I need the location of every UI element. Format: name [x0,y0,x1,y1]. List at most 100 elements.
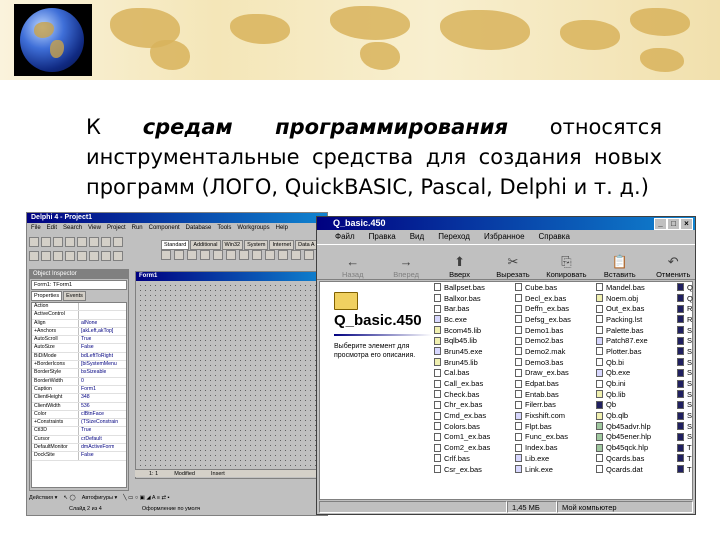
property-value[interactable]: 0 [79,378,84,385]
menu-view[interactable]: Вид [410,230,424,244]
menu-run[interactable]: Run [132,223,143,233]
run-icon[interactable] [77,251,87,261]
cut-button[interactable]: ✂ Вырезать [491,254,534,279]
property-value[interactable]: bdLeftToRight [79,353,113,360]
file-item[interactable]: Q [677,282,693,293]
inspector-object-select[interactable]: Form1: TForm1 [31,280,127,290]
property-row[interactable]: Color clBtnFace [32,410,126,420]
property-value[interactable]: clBtnFace [79,411,104,418]
file-item[interactable]: Chr_ex.bas [434,400,515,411]
save-icon[interactable] [53,237,63,247]
menu-help[interactable]: Справка [539,230,570,244]
file-item[interactable]: Packing.lst [596,314,677,325]
file-item[interactable]: Index.bas [515,442,596,453]
menu-tools[interactable]: Tools [217,223,231,233]
file-item[interactable]: Qb.bi [596,357,677,368]
pointer-icon[interactable] [161,250,171,260]
file-item[interactable]: Draw_ex.bas [515,368,596,379]
file-item[interactable]: Crlf.bas [434,453,515,464]
file-item[interactable]: Mandel.bas [596,282,677,293]
file-item[interactable]: Brun45.lib [434,357,515,368]
new-form-icon[interactable] [65,251,75,261]
tab-internet[interactable]: Internet [269,240,295,250]
property-row[interactable]: BorderStyle bsSizeable [32,369,126,378]
tab-standard[interactable]: Standard [161,240,190,250]
file-item[interactable]: S [677,389,693,400]
property-value[interactable]: [akLeft,akTop] [79,328,113,335]
file-item[interactable]: Qb45qck.hlp [596,442,677,453]
menu-component[interactable]: Component [149,223,180,233]
file-item[interactable]: Call_ex.bas [434,378,515,389]
menu-file[interactable]: Файл [335,230,355,244]
property-row[interactable]: BiDiMode bdLeftToRight [32,352,126,362]
undo-button[interactable]: ↶ Отменить [652,254,695,279]
label-icon[interactable] [200,250,210,260]
property-row[interactable]: ClientHeight 348 [32,394,126,403]
file-item[interactable]: Fixshift.com [515,410,596,421]
property-value[interactable]: 536 [79,403,90,410]
file-item[interactable]: T [677,464,693,475]
file-item[interactable]: Brun45.exe [434,346,515,357]
file-item[interactable]: Deffn_ex.bas [515,303,596,314]
file-item[interactable]: Qb.exe [596,368,677,379]
toggle-icon[interactable] [53,251,63,261]
menu-edit[interactable]: Edit [47,223,57,233]
file-item[interactable]: Com1_ex.bas [434,432,515,443]
property-row[interactable]: Action [32,303,126,312]
file-item[interactable]: Link.exe [515,464,596,475]
file-item[interactable]: R [677,314,693,325]
file-item[interactable]: S [677,400,693,411]
file-item[interactable]: S [677,378,693,389]
file-item[interactable]: S [677,335,693,346]
menu-favorites[interactable]: Избранное [484,230,525,244]
file-item[interactable]: Q [677,293,693,304]
button-icon[interactable] [239,250,249,260]
file-item[interactable]: Cal.bas [434,368,515,379]
file-item[interactable]: Demo1.bas [515,325,596,336]
file-item[interactable]: Com2_ex.bas [434,442,515,453]
file-item[interactable]: Qb45ener.hlp [596,432,677,443]
property-row[interactable]: AutoSize False [32,344,126,353]
file-item[interactable]: Cube.bas [515,282,596,293]
file-item[interactable]: Lib.exe [515,453,596,464]
menu-edit[interactable]: Правка [369,230,396,244]
file-item[interactable]: Cmd_ex.bas [434,410,515,421]
help-icon[interactable] [113,237,123,247]
file-item[interactable]: Qcards.dat [596,464,677,475]
file-item[interactable]: Bqlb45.lib [434,335,515,346]
property-value[interactable]: crDefault [79,436,102,443]
file-item[interactable]: Bar.bas [434,303,515,314]
file-item[interactable]: Demo2.mak [515,346,596,357]
file-item[interactable]: Ballpset.bas [434,282,515,293]
file-item[interactable]: Noem.obj [596,293,677,304]
property-value[interactable]: True [79,427,91,434]
file-item[interactable]: S [677,346,693,357]
menu-view[interactable]: View [88,223,101,233]
remove-file-icon[interactable] [101,237,111,247]
property-value[interactable] [79,311,81,318]
file-item[interactable]: T [677,453,693,464]
file-item[interactable]: T [677,442,693,453]
menu-go[interactable]: Переход [438,230,470,244]
file-item[interactable]: S [677,421,693,432]
close-icon[interactable]: × [680,218,693,230]
edit-icon[interactable] [213,250,223,260]
file-item[interactable]: S [677,325,693,336]
property-value[interactable]: 348 [79,394,90,401]
tab-events[interactable]: Events [63,291,86,301]
copy-button[interactable]: ⎘ Копировать [545,254,588,279]
property-row[interactable]: +Constraints (TSizeConstrain [32,419,126,428]
property-row[interactable]: Cursor crDefault [32,435,126,445]
property-row[interactable]: +BorderIcons [biSystemMenu [32,361,126,370]
file-item[interactable]: Plotter.bas [596,346,677,357]
property-row[interactable]: AutoScroll True [32,336,126,345]
memo-icon[interactable] [226,250,236,260]
file-item[interactable]: Qcards.bas [596,453,677,464]
file-item[interactable]: Palette.bas [596,325,677,336]
save-all-icon[interactable] [65,237,75,247]
file-item[interactable]: Func_ex.bas [515,432,596,443]
tab-win32[interactable]: Win32 [221,240,244,250]
actions-menu[interactable]: Действия ▾ [29,493,57,503]
new-icon[interactable] [29,237,39,247]
property-value[interactable]: dmActiveForm [79,444,114,451]
